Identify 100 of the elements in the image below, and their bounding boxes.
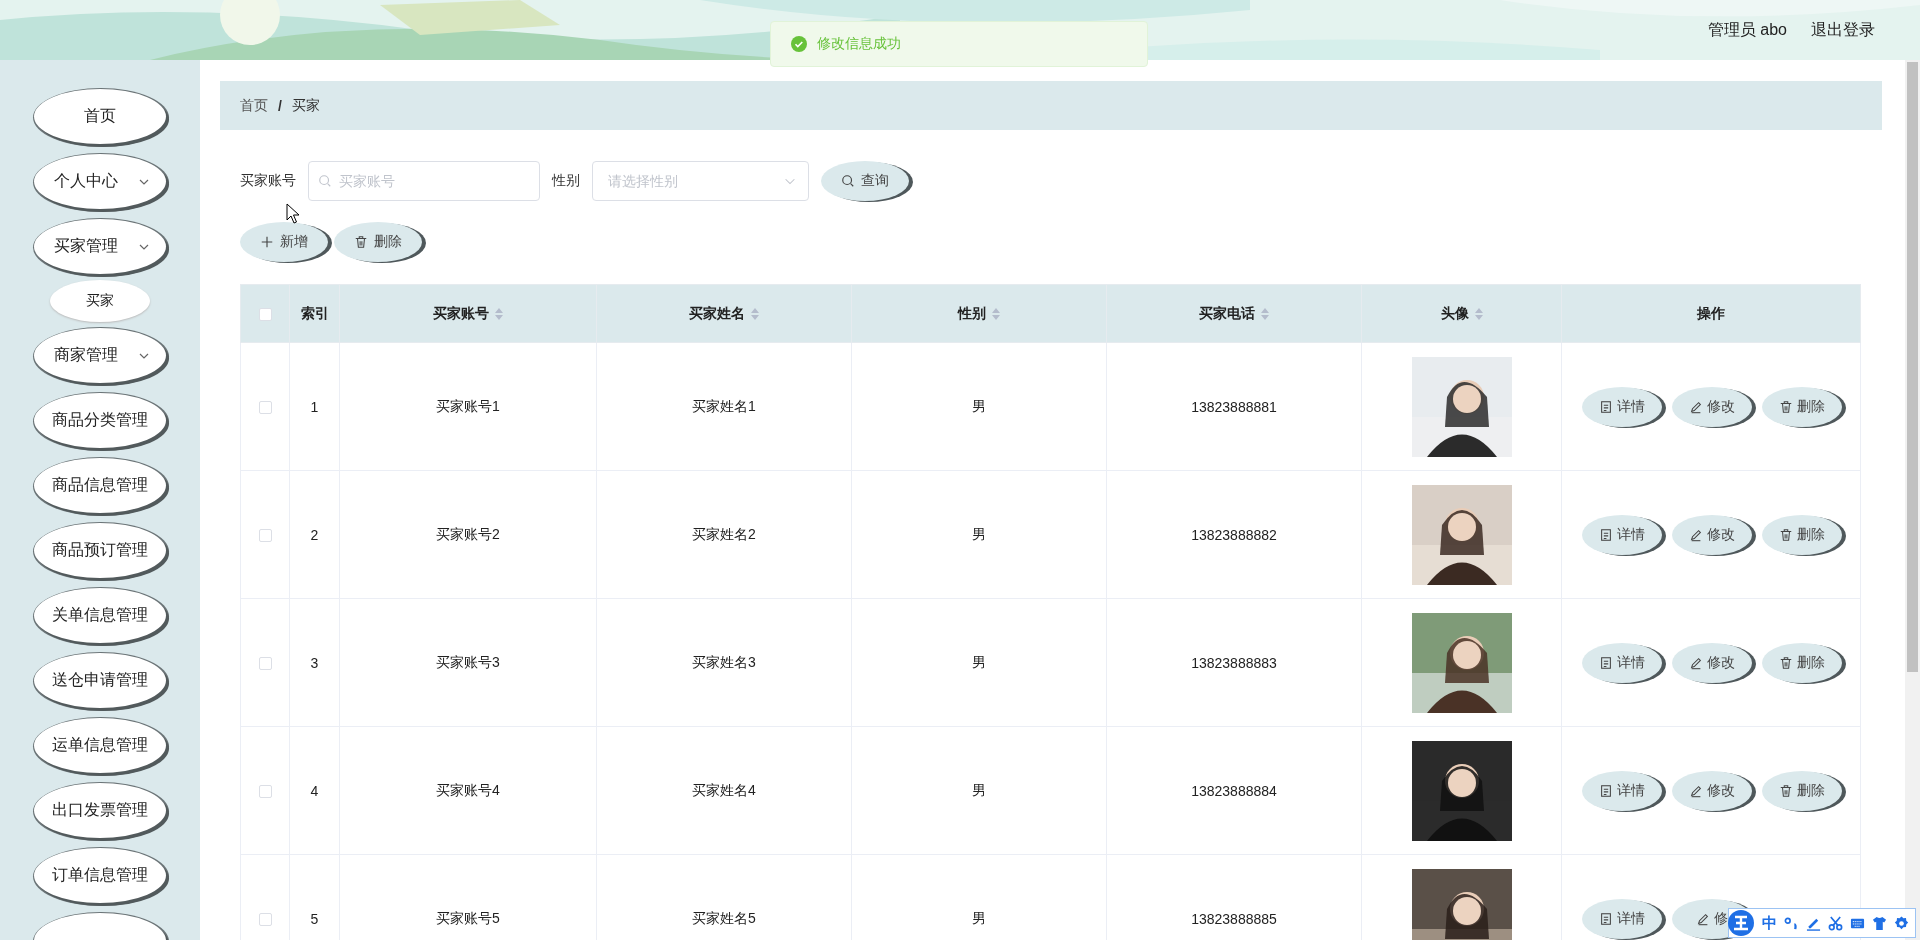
- table-cell: 13823888885: [1191, 910, 1277, 927]
- sidebar-item[interactable]: 关单信息管理: [34, 588, 166, 643]
- table-cell: 买家姓名4: [692, 781, 756, 798]
- table-cell: 3: [310, 654, 319, 671]
- search-button[interactable]: 查询: [821, 161, 909, 201]
- delete-button[interactable]: 删除: [1762, 770, 1842, 811]
- plus-icon: [260, 235, 274, 249]
- select-all-checkbox[interactable]: [258, 308, 272, 322]
- edit-button[interactable]: 修改: [1672, 514, 1752, 555]
- sidebar-item[interactable]: 个人中心: [34, 154, 166, 209]
- pencil-icon: [1689, 527, 1703, 542]
- table-cell: 5: [310, 910, 319, 927]
- document-icon: [1599, 655, 1613, 670]
- edit-button[interactable]: 修改: [1672, 770, 1752, 811]
- pencil-icon: [1689, 655, 1703, 670]
- scissors-icon[interactable]: [1828, 915, 1843, 931]
- sort-icon[interactable]: [495, 307, 503, 320]
- table-cell: 买家账号4: [436, 781, 500, 798]
- edit-button[interactable]: 修改: [1672, 386, 1752, 427]
- table-cell: 男: [972, 397, 986, 414]
- detail-button[interactable]: 详情: [1582, 514, 1662, 555]
- trash-icon: [1779, 399, 1793, 414]
- document-icon: [1599, 783, 1613, 798]
- column-header: 性别: [958, 304, 986, 323]
- logout-link[interactable]: 退出登录: [1811, 19, 1875, 41]
- table-cell: 买家姓名5: [692, 909, 756, 926]
- table-cell: 13823888884: [1191, 782, 1277, 799]
- sidebar-item[interactable]: 运单信息管理: [34, 718, 166, 773]
- detail-button[interactable]: 详情: [1582, 386, 1662, 427]
- sidebar-item[interactable]: 商品分类管理: [34, 393, 166, 448]
- field-label: 性别: [552, 172, 580, 190]
- column-header: 头像: [1440, 304, 1469, 323]
- gender-select[interactable]: 请选择性别: [592, 161, 809, 201]
- document-icon: [1599, 527, 1613, 542]
- settings-icon[interactable]: [1894, 915, 1909, 931]
- sidebar-subitem[interactable]: 买家: [50, 280, 150, 322]
- scrollbar[interactable]: [1905, 60, 1920, 940]
- delete-button[interactable]: 删除: [1762, 514, 1842, 555]
- column-header: 买家账号: [433, 304, 489, 323]
- table-cell: 1: [310, 398, 319, 415]
- sidebar-item[interactable]: 出口发票管理: [34, 783, 166, 838]
- delete-button[interactable]: 删除: [334, 222, 422, 262]
- table-cell: 买家账号5: [436, 909, 500, 926]
- table-cell: 4: [310, 782, 319, 799]
- document-icon: [1599, 911, 1613, 926]
- ime-logo-icon[interactable]: [1727, 909, 1755, 937]
- ime-mode-toggle[interactable]: 中: [1762, 913, 1777, 933]
- delete-button[interactable]: 删除: [1762, 386, 1842, 427]
- detail-button[interactable]: 详情: [1582, 898, 1662, 939]
- column-header: 买家电话: [1199, 304, 1255, 323]
- row-checkbox[interactable]: [258, 913, 272, 927]
- document-icon: [1599, 399, 1613, 414]
- row-checkbox[interactable]: [258, 401, 272, 415]
- sort-icon[interactable]: [992, 307, 1000, 320]
- table-cell: 男: [972, 909, 986, 926]
- sidebar-item[interactable]: 商品预订管理: [34, 523, 166, 578]
- punctuation-icon[interactable]: [1784, 915, 1799, 931]
- sidebar-item[interactable]: 买家管理: [34, 219, 166, 274]
- sidebar-item[interactable]: 首页: [34, 89, 166, 144]
- detail-button[interactable]: 详情: [1582, 770, 1662, 811]
- sidebar-item[interactable]: 商品信息管理: [34, 458, 166, 513]
- trash-icon: [354, 235, 368, 249]
- delete-button[interactable]: 删除: [1762, 642, 1842, 683]
- check-circle-icon: [791, 36, 807, 52]
- pencil-icon: [1689, 783, 1703, 798]
- trash-icon: [1779, 655, 1793, 670]
- field-label: 买家账号: [240, 172, 296, 190]
- shirt-icon[interactable]: [1872, 915, 1887, 931]
- row-checkbox[interactable]: [258, 785, 272, 799]
- sidebar-item[interactable]: 送仓申请管理: [34, 653, 166, 708]
- sort-icon[interactable]: [1261, 307, 1269, 320]
- table-cell: 买家账号3: [436, 653, 500, 670]
- breadcrumb-item[interactable]: 首页: [240, 96, 268, 115]
- toast-message: 修改信息成功: [817, 35, 901, 53]
- user-label: 管理员 abo: [1707, 19, 1787, 40]
- pencil-icon: [1696, 911, 1710, 926]
- table-cell: 13823888881: [1191, 398, 1277, 415]
- trash-icon: [1779, 527, 1793, 542]
- add-button[interactable]: 新增: [240, 222, 328, 262]
- table-cell: 男: [972, 781, 986, 798]
- detail-button[interactable]: 详情: [1582, 642, 1662, 683]
- table-cell: 13823888883: [1191, 654, 1277, 671]
- sidebar-item[interactable]: 订单信息管理: [34, 848, 166, 903]
- breadcrumb-separator: /: [278, 97, 282, 114]
- row-checkbox[interactable]: [258, 529, 272, 543]
- row-checkbox[interactable]: [258, 657, 272, 671]
- edit-button[interactable]: 修改: [1672, 642, 1752, 683]
- breadcrumb-item: 买家: [291, 96, 320, 115]
- sort-icon[interactable]: [751, 307, 759, 320]
- column-header: 索引: [300, 304, 329, 323]
- search-field[interactable]: 买家账号: [308, 161, 540, 201]
- table-cell: 男: [972, 525, 986, 542]
- table-cell: 买家账号1: [436, 397, 500, 414]
- sort-icon[interactable]: [1474, 307, 1483, 320]
- column-header: 买家姓名: [689, 304, 745, 323]
- sidebar-item[interactable]: 商家管理: [34, 328, 166, 383]
- table-cell: 买家姓名1: [692, 397, 756, 414]
- search-icon: [318, 174, 332, 188]
- table-cell: 2: [310, 526, 319, 543]
- table-cell: 13823888882: [1191, 526, 1277, 543]
